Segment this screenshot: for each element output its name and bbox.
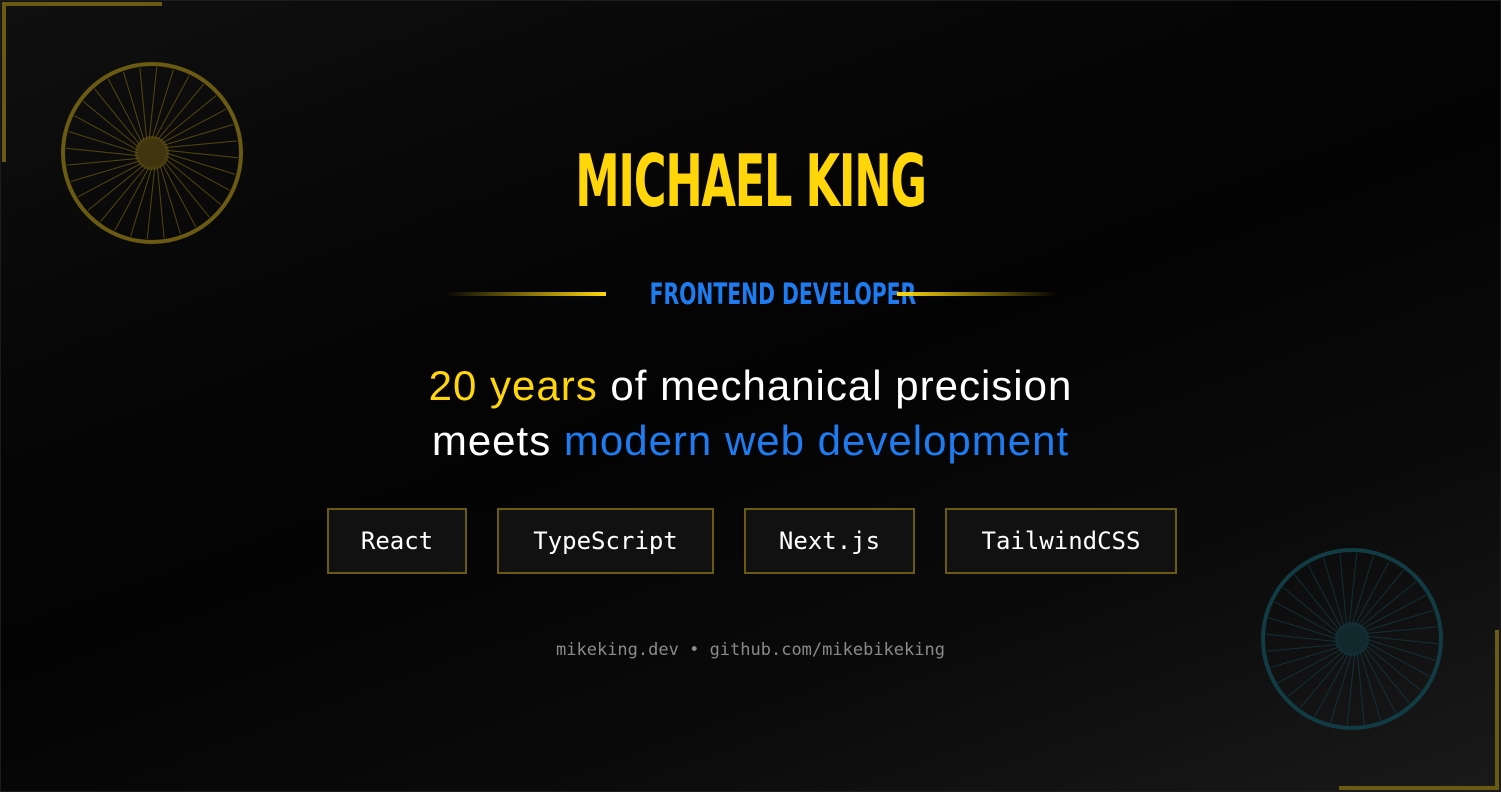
- wheel-hub: [135, 136, 169, 170]
- tagline-web-highlight: modern web development: [563, 417, 1070, 464]
- github-link[interactable]: github.com/mikebikeking: [710, 640, 945, 660]
- role-divider-right: [897, 292, 1057, 296]
- wheel-spoke: [107, 78, 143, 144]
- role-row: FRONTEND DEVELOPER: [0, 272, 1501, 316]
- skill-tag-react: React: [327, 508, 467, 574]
- skill-tag-tailwindcss: TailwindCSS: [945, 508, 1177, 574]
- corner-bracket-bottom-right-horizontal: [1339, 786, 1499, 790]
- wheel-spoke: [1361, 594, 1427, 630]
- tagline-line-1-text: of mechanical precision: [597, 362, 1073, 409]
- skill-tag-typescript: TypeScript: [497, 508, 714, 574]
- tagline-line-2: meets modern web development: [0, 413, 1501, 468]
- tagline-line-1: 20 years of mechanical precision: [0, 358, 1501, 413]
- corner-bracket-top-left-horizontal: [2, 2, 162, 6]
- tagline: 20 years of mechanical precision meets m…: [0, 358, 1501, 468]
- wheel-spoke: [161, 162, 197, 228]
- skill-tags: React TypeScript Next.js TailwindCSS: [0, 508, 1501, 578]
- role-divider-left: [446, 292, 606, 296]
- bicycle-wheel-icon: [61, 62, 243, 244]
- wheel-spoke: [161, 108, 227, 144]
- skill-tag-nextjs: Next.js: [744, 508, 915, 574]
- corner-bracket-top-left-vertical: [2, 2, 6, 162]
- tagline-years-highlight: 20 years: [428, 362, 598, 409]
- footer-links: mikeking.dev • github.com/mikebikeking: [0, 638, 1501, 662]
- profile-name: MICHAEL KING: [575, 139, 927, 223]
- wheel-spoke: [77, 162, 143, 198]
- hero-card: MICHAEL KING FRONTEND DEVELOPER 20 years…: [0, 0, 1501, 792]
- tagline-line-2-text: meets: [431, 417, 564, 464]
- footer-separator: •: [678, 640, 710, 660]
- profile-role: FRONTEND DEVELOPER: [649, 277, 917, 311]
- website-link[interactable]: mikeking.dev: [556, 640, 679, 660]
